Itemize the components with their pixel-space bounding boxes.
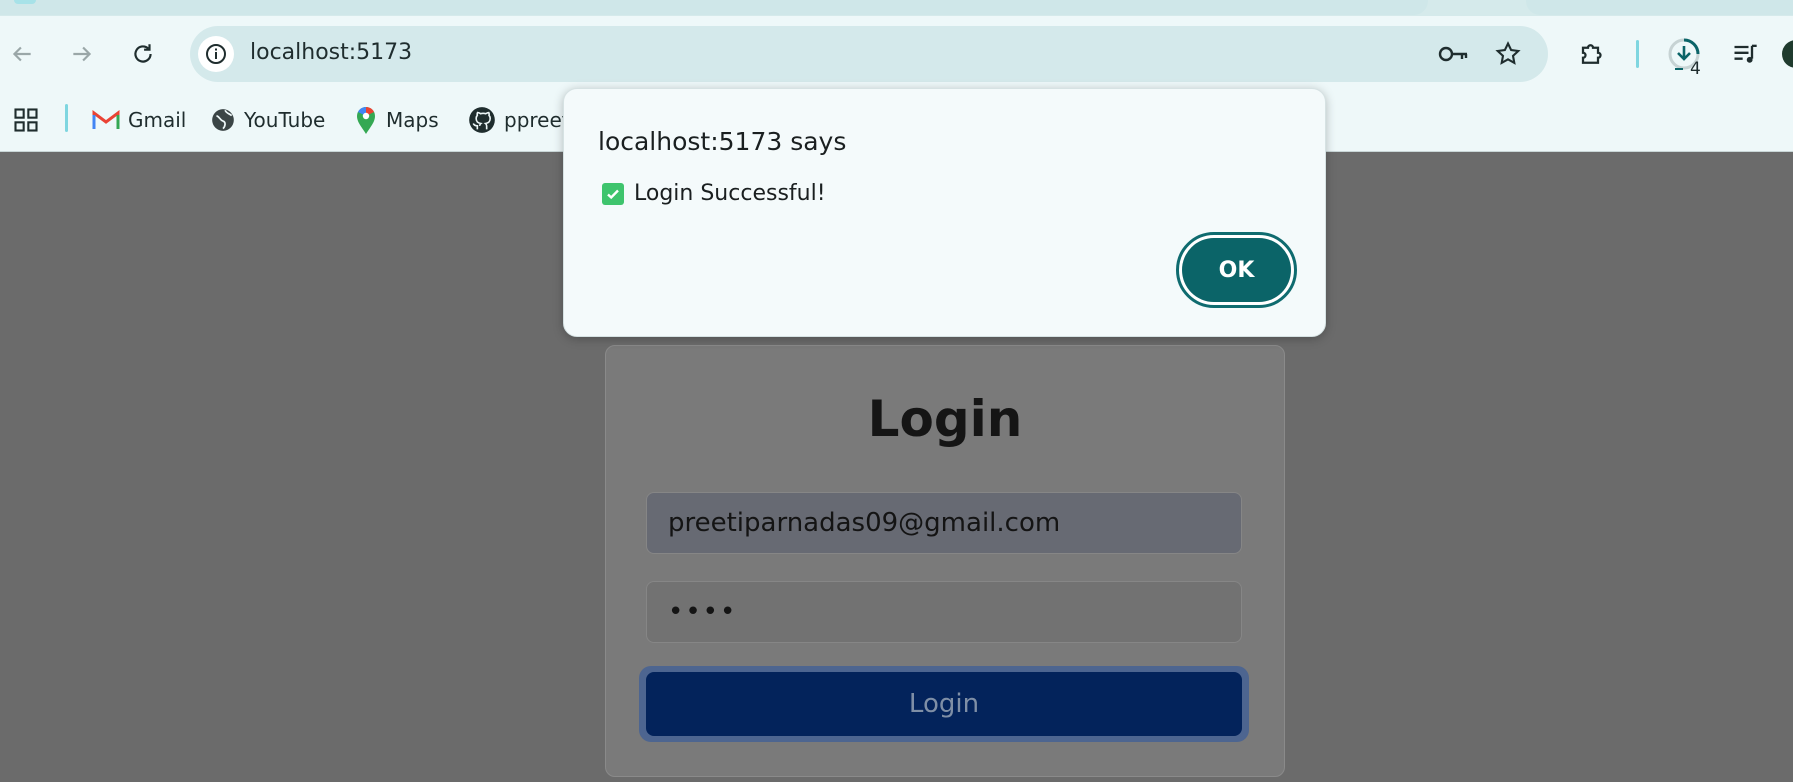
reload-icon — [134, 44, 152, 63]
password-key-button[interactable] — [1436, 36, 1472, 72]
bookmark-gmail[interactable]: Gmail — [92, 102, 186, 138]
forward-button[interactable] — [64, 36, 100, 72]
forward-arrow-icon — [73, 46, 92, 62]
bookmark-label: YouTube — [244, 108, 326, 132]
github-icon — [469, 107, 495, 133]
bookmarks-separator — [65, 104, 68, 132]
page-title: Login — [867, 390, 1023, 448]
back-button[interactable] — [4, 36, 40, 72]
checkmark-icon — [607, 189, 619, 200]
dialog-title: localhost:5173 says — [598, 127, 847, 156]
ok-button[interactable]: OK — [1182, 238, 1291, 302]
puzzle-icon — [1581, 44, 1602, 64]
reload-button[interactable] — [125, 36, 161, 72]
media-controls-button[interactable] — [1725, 34, 1765, 74]
bookmark-label: ppreet — [504, 108, 570, 132]
bookmark-youtube[interactable]: YouTube — [210, 102, 325, 138]
bookmark-maps[interactable]: Maps — [354, 102, 439, 138]
bookmark-github[interactable]: ppreet — [468, 102, 570, 138]
check-box-icon — [602, 183, 624, 205]
bookmark-label: Maps — [386, 108, 439, 132]
extensions-button[interactable] — [1573, 34, 1613, 74]
tab-favicon-stub — [14, 0, 36, 4]
gmail-icon — [92, 110, 120, 129]
login-button[interactable]: Login — [646, 672, 1242, 736]
dialog-message: Login Successful! — [634, 181, 826, 206]
toolbar-separator — [1636, 40, 1639, 68]
tab-active[interactable] — [0, 0, 1428, 15]
info-icon — [206, 44, 226, 64]
email-field[interactable]: preetiparnadas09@gmail.com — [646, 492, 1242, 554]
star-icon — [1495, 41, 1521, 65]
apps-button[interactable] — [12, 102, 40, 138]
tab-right[interactable] — [1526, 0, 1793, 15]
bookmark-star-button[interactable] — [1490, 36, 1526, 72]
downloads-badge: 4 — [1690, 59, 1701, 79]
back-arrow-icon — [12, 46, 31, 62]
profile-avatar[interactable] — [1776, 34, 1793, 74]
tab-strip — [0, 0, 1793, 16]
password-field[interactable]: •••• — [646, 581, 1242, 643]
maps-pin-icon — [357, 107, 375, 134]
playlist-icon — [1734, 44, 1757, 63]
bookmark-label: Gmail — [128, 108, 187, 132]
apps-grid-icon — [14, 108, 38, 132]
globe-icon — [212, 109, 234, 131]
avatar-icon — [1782, 40, 1793, 68]
url-text[interactable]: localhost:5173 — [250, 40, 412, 65]
key-icon — [1438, 46, 1468, 62]
site-info-button[interactable] — [198, 36, 234, 72]
